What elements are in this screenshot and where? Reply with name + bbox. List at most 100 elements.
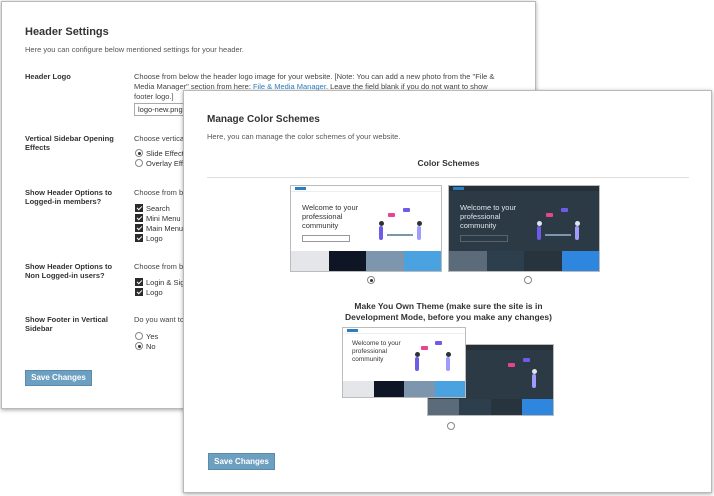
swatch bbox=[490, 399, 522, 415]
color-schemes-save-button[interactable]: Save Changes bbox=[208, 453, 275, 470]
custom-light-preview: Welcome to your professional community bbox=[342, 327, 466, 398]
swatch bbox=[366, 251, 404, 271]
preview-bubble bbox=[561, 208, 568, 212]
swatch bbox=[524, 251, 562, 271]
preview-hero-text: Welcome to your professional community bbox=[352, 340, 401, 364]
preview-bubble bbox=[403, 208, 410, 212]
option-label: Slide Effect bbox=[146, 149, 184, 158]
color-schemes-title: Manage Color Schemes bbox=[207, 114, 320, 125]
label-line: Effects bbox=[25, 143, 51, 152]
radio-selected-icon[interactable] bbox=[135, 149, 143, 157]
preview-logo bbox=[295, 187, 306, 190]
light-theme-preview[interactable]: Welcome to your professional community bbox=[290, 185, 442, 272]
slide-effect-option[interactable]: Slide Effect bbox=[135, 149, 184, 159]
option-label: Login & Sig bbox=[146, 278, 185, 287]
overlay-effect-option[interactable]: Overlay Effe bbox=[135, 159, 187, 169]
sidebar-effects-help: Choose vertica bbox=[134, 134, 185, 143]
radio-icon[interactable] bbox=[135, 159, 143, 167]
color-schemes-section-title: Color Schemes bbox=[417, 158, 480, 168]
color-schemes-panel: Manage Color Schemes Here, you can manag… bbox=[183, 90, 712, 493]
option-label: Search bbox=[146, 204, 170, 213]
login-signup-checkbox[interactable]: Login & Sig bbox=[135, 278, 184, 288]
hero-line: professional bbox=[352, 348, 388, 355]
label-line: Show Footer in Vertical bbox=[25, 315, 108, 324]
option-label: Logo bbox=[146, 288, 163, 297]
preview-hero-text: Welcome to your professional community bbox=[460, 203, 516, 230]
footer-sidebar-help: Do you want to bbox=[134, 315, 185, 324]
radio-selected-icon[interactable] bbox=[367, 276, 375, 284]
option-label: Logo bbox=[146, 234, 163, 243]
preview-logo bbox=[347, 329, 358, 332]
preview-search-box bbox=[302, 235, 350, 242]
radio-icon[interactable] bbox=[524, 276, 532, 284]
section-divider bbox=[207, 177, 689, 178]
preview-table-icon bbox=[545, 234, 571, 236]
preview-bubble bbox=[546, 213, 553, 217]
checkbox-checked-icon[interactable] bbox=[135, 288, 143, 296]
dark-theme-radio[interactable] bbox=[524, 276, 535, 286]
custom-theme-radio[interactable] bbox=[447, 422, 458, 432]
footer-sidebar-label: Show Footer in Vertical Sidebar bbox=[25, 315, 108, 333]
checkbox-checked-icon[interactable] bbox=[135, 214, 143, 222]
footer-yes-option[interactable]: Yes bbox=[135, 332, 158, 342]
color-schemes-description: Here, you can manage the color schemes o… bbox=[207, 132, 401, 141]
swatch bbox=[373, 381, 404, 397]
preview-logo bbox=[453, 187, 464, 190]
swatch bbox=[521, 399, 553, 415]
checkbox-checked-icon[interactable] bbox=[135, 224, 143, 232]
swatch bbox=[561, 251, 599, 271]
header-logo-label: Header Logo bbox=[25, 72, 71, 81]
mini-menu-checkbox[interactable]: Mini Menu bbox=[135, 214, 181, 224]
swatch bbox=[434, 381, 465, 397]
main-menu-checkbox[interactable]: Main Menu bbox=[135, 224, 183, 234]
hero-line: Welcome to your bbox=[460, 203, 517, 212]
preview-person-icon bbox=[446, 357, 450, 371]
radio-icon[interactable] bbox=[447, 422, 455, 430]
light-swatches bbox=[291, 251, 441, 271]
header-logo-help-line1: Choose from below the header logo image … bbox=[134, 72, 495, 81]
light-theme-radio[interactable] bbox=[367, 276, 378, 286]
preview-person-icon bbox=[415, 357, 419, 371]
label-line: Logged-in members? bbox=[25, 197, 102, 206]
non-logged-logo-checkbox[interactable]: Logo bbox=[135, 288, 163, 298]
hero-line: professional bbox=[302, 212, 343, 221]
preview-person-icon bbox=[417, 226, 421, 240]
swatch bbox=[343, 381, 374, 397]
preview-table-icon bbox=[387, 234, 413, 236]
hero-line: community bbox=[302, 221, 339, 230]
header-save-button[interactable]: Save Changes bbox=[25, 370, 92, 386]
dark-theme-preview[interactable]: Welcome to your professional community bbox=[448, 185, 600, 272]
preview-person-icon bbox=[537, 226, 541, 240]
non-logged-in-label: Show Header Options to Non Logged-in use… bbox=[25, 262, 112, 280]
header-logo-help-line3: footer logo.] bbox=[134, 92, 174, 101]
label-line: Show Header Options to bbox=[25, 262, 113, 271]
custom-theme-title: Make You Own Theme (make sure the site i… bbox=[184, 301, 713, 323]
custom-light-swatches bbox=[343, 381, 465, 397]
preview-bubble bbox=[508, 363, 515, 367]
sidebar-effects-label: Vertical Sidebar Opening Effects bbox=[25, 134, 114, 152]
radio-icon[interactable] bbox=[135, 332, 143, 340]
checkbox-checked-icon[interactable] bbox=[135, 234, 143, 242]
title-line: Development Mode, before you make any ch… bbox=[345, 312, 552, 322]
swatch bbox=[404, 381, 435, 397]
swatch bbox=[428, 399, 460, 415]
hero-line: Welcome to your bbox=[352, 340, 401, 347]
footer-no-option[interactable]: No bbox=[135, 342, 156, 352]
option-label: Mini Menu bbox=[146, 214, 181, 223]
preview-topbar bbox=[449, 186, 599, 191]
swatch bbox=[403, 251, 441, 271]
option-label: Yes bbox=[146, 332, 159, 341]
preview-hero-text: Welcome to your professional community bbox=[302, 203, 358, 230]
title-line: Make You Own Theme (make sure the site i… bbox=[354, 301, 543, 311]
radio-selected-icon[interactable] bbox=[135, 342, 143, 350]
non-logged-in-help: Choose from b bbox=[134, 262, 184, 271]
preview-search-box bbox=[460, 235, 508, 242]
preview-person-icon bbox=[379, 226, 383, 240]
hero-line: community bbox=[352, 356, 384, 363]
hero-line: community bbox=[460, 221, 497, 230]
checkbox-checked-icon[interactable] bbox=[135, 204, 143, 212]
hero-line: Welcome to your bbox=[302, 203, 359, 212]
logo-checkbox[interactable]: Logo bbox=[135, 234, 163, 244]
search-checkbox[interactable]: Search bbox=[135, 204, 170, 214]
checkbox-checked-icon[interactable] bbox=[135, 278, 143, 286]
